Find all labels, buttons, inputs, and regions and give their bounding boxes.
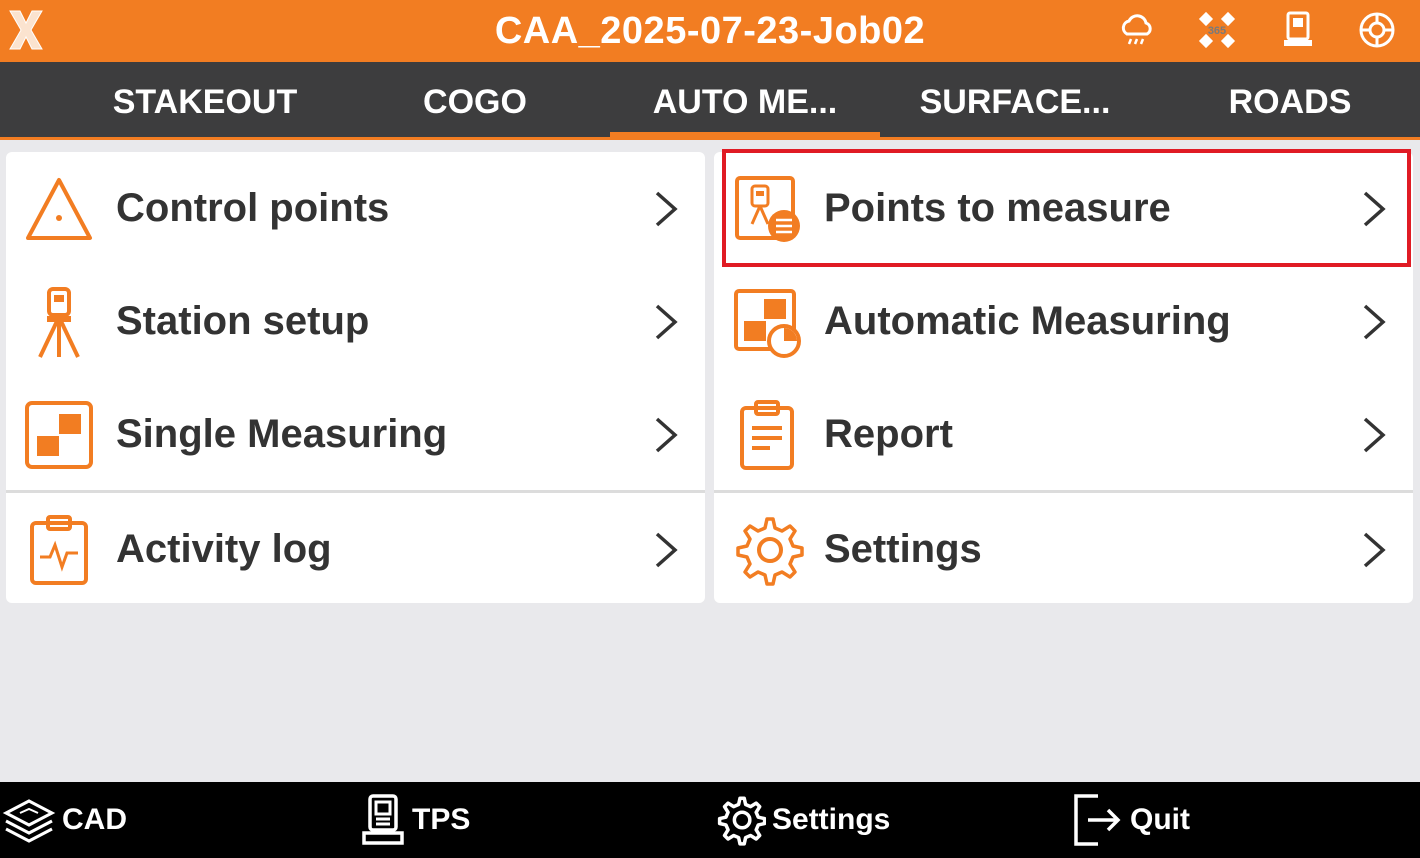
satellite-365-icon[interactable]: 365 (1197, 10, 1237, 50)
help-lifebuoy-icon[interactable] (1357, 10, 1397, 50)
menu-item-settings[interactable]: Settings (714, 493, 1413, 606)
tab-cogo[interactable]: COGO (340, 62, 610, 137)
tab-previous-cut[interactable]: / (0, 62, 16, 137)
gear-icon (717, 796, 766, 846)
menu-item-single-measuring[interactable]: Single Measuring (6, 378, 705, 491)
menu-item-points-to-measure[interactable]: Points to measure (714, 152, 1413, 265)
bottom-bar-label: CAD (62, 803, 127, 836)
bottom-bar: CAD TPS Settings Quit (0, 782, 1420, 858)
bottom-bar-label: TPS (412, 803, 471, 836)
menu-item-station-setup[interactable]: Station setup (6, 265, 705, 378)
menu-item-label: Settings (824, 527, 982, 571)
menu-item-control-points[interactable]: Control points (6, 152, 705, 265)
chevron-right-icon (1363, 532, 1386, 568)
left-menu-card: Control points Station setup Single Meas… (6, 152, 705, 603)
auto-measure-icon (734, 289, 801, 358)
menu-item-label: Single Measuring (116, 412, 448, 456)
total-station-icon (362, 794, 404, 845)
tab-stakeout[interactable]: STAKEOUT (70, 62, 340, 137)
chevron-right-icon (655, 417, 678, 453)
title-bar: CAA_2025-07-23-Job02 365 (0, 0, 1420, 62)
right-menu-card: Points to measure Automatic Measuring Re… (714, 152, 1413, 603)
exit-icon (1074, 794, 1121, 846)
module-tabs: / STAKEOUT COGO AUTO ME... SURFACE... RO… (0, 62, 1420, 140)
tps-button[interactable]: TPS (360, 782, 470, 858)
menu-item-label: Activity log (116, 527, 332, 571)
bottom-bar-label: Settings (772, 803, 891, 836)
tab-surface[interactable]: SURFACE... (880, 62, 1150, 137)
total-station-icon[interactable] (1278, 10, 1318, 50)
triangle-point-icon (26, 178, 92, 240)
chevron-right-icon (1363, 304, 1386, 340)
menu-item-label: Report (824, 412, 953, 456)
weather-cloud-icon[interactable] (1117, 10, 1157, 50)
chevron-right-icon (655, 532, 678, 568)
menu-item-report[interactable]: Report (714, 378, 1413, 491)
menu-item-label: Automatic Measuring (824, 299, 1231, 343)
clipboard-pulse-icon (30, 515, 88, 585)
menu-item-automatic-measuring[interactable]: Automatic Measuring (714, 265, 1413, 378)
chevron-right-icon (655, 191, 678, 227)
tab-roads[interactable]: ROADS (1155, 62, 1420, 137)
chevron-right-icon (1363, 417, 1386, 453)
quit-button[interactable]: Quit (1072, 782, 1190, 858)
menu-item-label: Control points (116, 186, 390, 230)
layers-icon (2, 799, 56, 843)
menu-item-label: Points to measure (824, 186, 1171, 230)
menu-item-label: Station setup (116, 299, 370, 343)
gear-icon (736, 517, 804, 586)
bottom-bar-label: Quit (1130, 803, 1190, 836)
menu-item-activity-log[interactable]: Activity log (6, 493, 705, 606)
tripod-instrument-icon (38, 287, 80, 358)
badge-365: 365 (1208, 25, 1226, 37)
single-measure-icon (25, 401, 93, 469)
chevron-right-icon (655, 304, 678, 340)
report-clipboard-icon (740, 400, 794, 470)
tab-auto-measure[interactable]: AUTO ME... (610, 62, 880, 138)
points-list-icon (735, 176, 800, 242)
chevron-right-icon (1363, 191, 1386, 227)
settings-button[interactable]: Settings (714, 782, 890, 858)
cad-button[interactable]: CAD (2, 782, 127, 858)
